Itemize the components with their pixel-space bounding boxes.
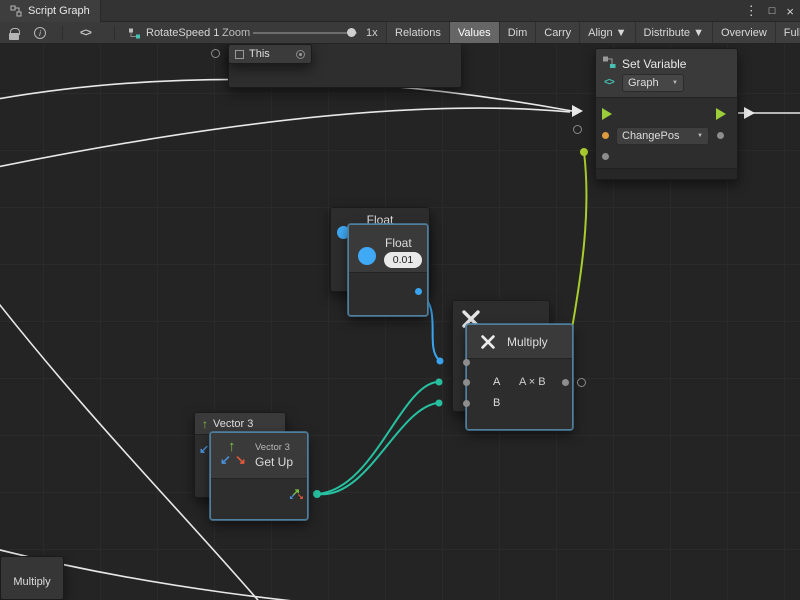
down-right-arrow-icon: ↘ — [235, 453, 246, 466]
multiply-icon — [479, 333, 497, 351]
multiply-output-port[interactable] — [577, 378, 586, 387]
port-inner-dot — [299, 53, 302, 56]
variable-kind-dropdown[interactable]: Graph ▼ — [622, 74, 684, 92]
node-this[interactable]: This — [228, 44, 312, 64]
tab-bar: Script Graph ⋮ □ × — [0, 0, 800, 22]
get-up-type-label: Vector 3 — [255, 442, 290, 453]
value-input-port[interactable] — [602, 153, 609, 160]
result-label: A × B — [519, 376, 546, 388]
graph-name: RotateSpeed 1 — [146, 27, 219, 39]
float-output-port[interactable] — [415, 288, 422, 295]
down-left-arrow-icon: ↙ — [289, 493, 296, 501]
multiply-input-port-a[interactable] — [463, 379, 470, 386]
float-icon — [358, 247, 376, 265]
node-float[interactable]: Float 0.01 — [348, 224, 428, 316]
window-maximize-icon[interactable]: □ — [769, 5, 776, 17]
down-left-arrow-icon: ↙ — [220, 453, 231, 466]
node-footer — [596, 168, 737, 179]
vector3-back-title: Vector 3 — [213, 418, 253, 430]
align-dropdown-button[interactable]: Align ▼ — [579, 22, 634, 43]
multiply-input-port-0[interactable] — [463, 359, 470, 366]
input-b-label: B — [493, 397, 500, 409]
zoom-slider[interactable] — [253, 32, 357, 34]
fullscreen-button[interactable]: Full Screen — [775, 22, 800, 43]
variable-kind-label: Graph — [628, 77, 659, 89]
toolbar-separator — [62, 26, 63, 40]
caret-down-icon: ▼ — [697, 133, 703, 139]
set-variable-title: Set Variable — [622, 57, 686, 71]
dim-button[interactable]: Dim — [499, 22, 536, 43]
code-icon[interactable]: <> — [80, 27, 91, 39]
toolbar-separator — [114, 26, 115, 40]
node-get-up[interactable]: ↑ ↙ ↘ Vector 3 Get Up ↗ ↙ ↘ — [210, 432, 308, 520]
zoom-value: 1x — [366, 22, 378, 44]
float-value: 0.01 — [393, 254, 413, 266]
relations-button[interactable]: Relations — [386, 22, 449, 43]
graph-toolbar: i <> RotateSpeed 1 Zoom 1x Relations Val… — [0, 22, 800, 44]
lock-icon[interactable] — [9, 33, 19, 40]
unity-script-graph-window: This Set Variable <> Graph ▼ ChangePos ▼ — [0, 0, 800, 600]
input-a-label: A — [493, 376, 500, 388]
code-icon: <> — [604, 77, 614, 88]
multiply-input-port-b[interactable] — [463, 400, 470, 407]
control-input-port[interactable] — [602, 108, 612, 120]
float-title: Float — [385, 236, 412, 250]
window-menu-icon[interactable]: ⋮ — [745, 3, 758, 19]
this-output-port[interactable] — [296, 50, 305, 59]
values-button[interactable]: Values — [449, 22, 499, 43]
control-output-port[interactable] — [716, 108, 726, 120]
this-node-label: This — [249, 48, 270, 60]
float-value-field[interactable]: 0.01 — [384, 252, 422, 268]
carry-button[interactable]: Carry — [535, 22, 579, 43]
multiply-title: Multiply — [507, 335, 548, 349]
script-graph-icon — [10, 5, 22, 17]
down-right-arrow-icon: ↘ — [297, 493, 304, 501]
distribute-dropdown-button[interactable]: Distribute ▼ — [635, 22, 712, 43]
variable-name-label: ChangePos — [622, 130, 680, 142]
node-set-variable[interactable]: Set Variable <> Graph ▼ ChangePos ▼ — [595, 48, 738, 180]
node-multiply[interactable]: Multiply A A × B B — [466, 324, 573, 430]
variable-output-dot[interactable] — [717, 132, 724, 139]
get-up-title: Get Up — [255, 455, 293, 469]
object-input-port[interactable] — [573, 125, 582, 134]
info-icon[interactable]: i — [34, 27, 46, 39]
zoom-slider-thumb[interactable] — [347, 28, 356, 37]
overview-button[interactable]: Overview — [712, 22, 775, 43]
zoom-label: Zoom — [222, 22, 250, 44]
graph-icon — [128, 27, 141, 40]
node-multiply-corner[interactable]: Multiply — [0, 556, 64, 600]
variable-node-icon — [602, 55, 617, 70]
up-arrow-icon: ↑ — [202, 418, 208, 430]
window-controls: ⋮ □ × — [745, 0, 794, 22]
window-close-icon[interactable]: × — [786, 4, 794, 19]
variable-name-dropdown[interactable]: ChangePos ▼ — [616, 127, 709, 145]
multiply-output-dot[interactable] — [562, 379, 569, 386]
this-input-port[interactable] — [211, 49, 220, 58]
corner-node-title: Multiply — [1, 557, 63, 588]
down-left-arrow-icon: ↙ — [199, 443, 209, 455]
tab-label: Script Graph — [28, 5, 90, 17]
toolbar-buttons: Relations Values Dim Carry Align ▼ Distr… — [386, 22, 800, 43]
graph-breadcrumb[interactable]: RotateSpeed 1 — [128, 22, 219, 44]
tab-script-graph[interactable]: Script Graph — [0, 0, 101, 22]
variable-value-port[interactable] — [602, 132, 609, 139]
gameobject-cube-icon — [235, 50, 244, 59]
caret-down-icon: ▼ — [672, 80, 678, 86]
vector3-output-icon[interactable]: ↗ ↙ ↘ — [289, 488, 305, 502]
